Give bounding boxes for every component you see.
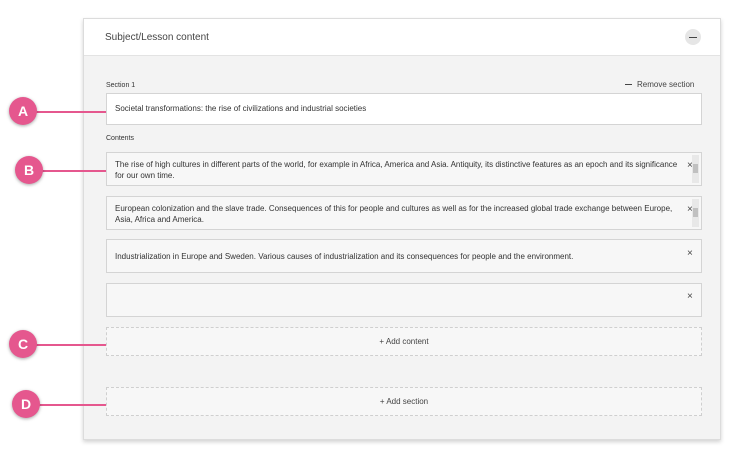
- section-label: Section 1: [106, 82, 136, 89]
- content-item-text: Industrialization in Europe and Sweden. …: [115, 252, 574, 261]
- content-item-4[interactable]: ×: [106, 283, 702, 317]
- remove-section-button[interactable]: Remove section: [625, 80, 694, 89]
- marker-b: B: [15, 156, 43, 184]
- panel-title: Subject/Lesson content: [105, 32, 209, 43]
- content-item-3[interactable]: Industrialization in Europe and Sweden. …: [106, 239, 702, 273]
- remove-section-label: Remove section: [637, 80, 695, 89]
- collapse-panel-button[interactable]: [685, 29, 701, 45]
- close-icon[interactable]: ×: [687, 292, 693, 302]
- close-icon[interactable]: ×: [687, 249, 693, 259]
- minus-icon: [625, 83, 632, 86]
- marker-c-line: [34, 344, 106, 346]
- marker-d: D: [12, 390, 40, 418]
- marker-a-line: [34, 111, 106, 113]
- panel-header: Subject/Lesson content: [84, 19, 720, 56]
- marker-d-line: [34, 404, 106, 406]
- add-content-button[interactable]: + Add content: [106, 327, 702, 356]
- scrollbar[interactable]: [692, 155, 699, 183]
- marker-c: C: [9, 330, 37, 358]
- add-section-button[interactable]: + Add section: [106, 387, 702, 416]
- marker-a: A: [9, 97, 37, 125]
- content-item-text: The rise of high cultures in different p…: [115, 160, 678, 180]
- subject-lesson-content-panel: Subject/Lesson content Section 1 Remove …: [83, 18, 721, 440]
- section-title-input[interactable]: Societal transformations: the rise of ci…: [106, 93, 702, 125]
- marker-b-line: [34, 170, 106, 172]
- scrollbar-thumb[interactable]: [693, 208, 698, 217]
- section-title-value: Societal transformations: the rise of ci…: [115, 104, 367, 113]
- scrollbar-thumb[interactable]: [693, 164, 698, 173]
- contents-label: Contents: [106, 135, 135, 142]
- content-item-1[interactable]: The rise of high cultures in different p…: [106, 152, 702, 186]
- content-item-text: European colonization and the slave trad…: [115, 204, 673, 224]
- content-item-2[interactable]: European colonization and the slave trad…: [106, 196, 702, 230]
- scrollbar[interactable]: [692, 199, 699, 227]
